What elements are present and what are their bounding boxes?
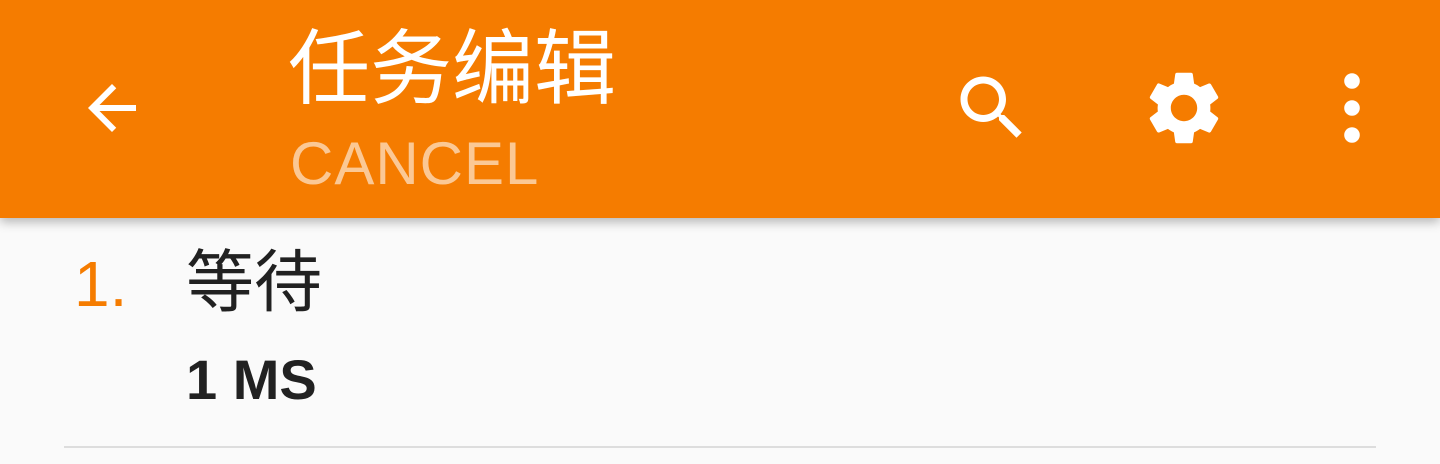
overflow-menu-button[interactable]	[1316, 60, 1388, 156]
gear-icon	[1149, 72, 1219, 144]
cancel-button[interactable]: CANCEL	[290, 130, 539, 198]
task-list: 1. 等待 1 MS	[0, 218, 1440, 464]
task-list-item[interactable]: 1. 等待 1 MS	[0, 218, 1440, 446]
more-vert-icon	[1344, 73, 1360, 143]
search-button[interactable]	[944, 60, 1040, 156]
page-title: 任务编辑	[288, 22, 617, 117]
back-button[interactable]	[64, 60, 160, 156]
back-arrow-icon	[88, 84, 136, 132]
task-name: 等待	[186, 244, 323, 323]
settings-button[interactable]	[1136, 60, 1232, 156]
task-number: 1.	[74, 248, 128, 320]
list-divider	[64, 446, 1376, 448]
task-parameter: 1 MS	[186, 348, 317, 411]
action-bar: 任务编辑 CANCEL	[0, 0, 1440, 218]
search-icon	[960, 76, 1022, 138]
